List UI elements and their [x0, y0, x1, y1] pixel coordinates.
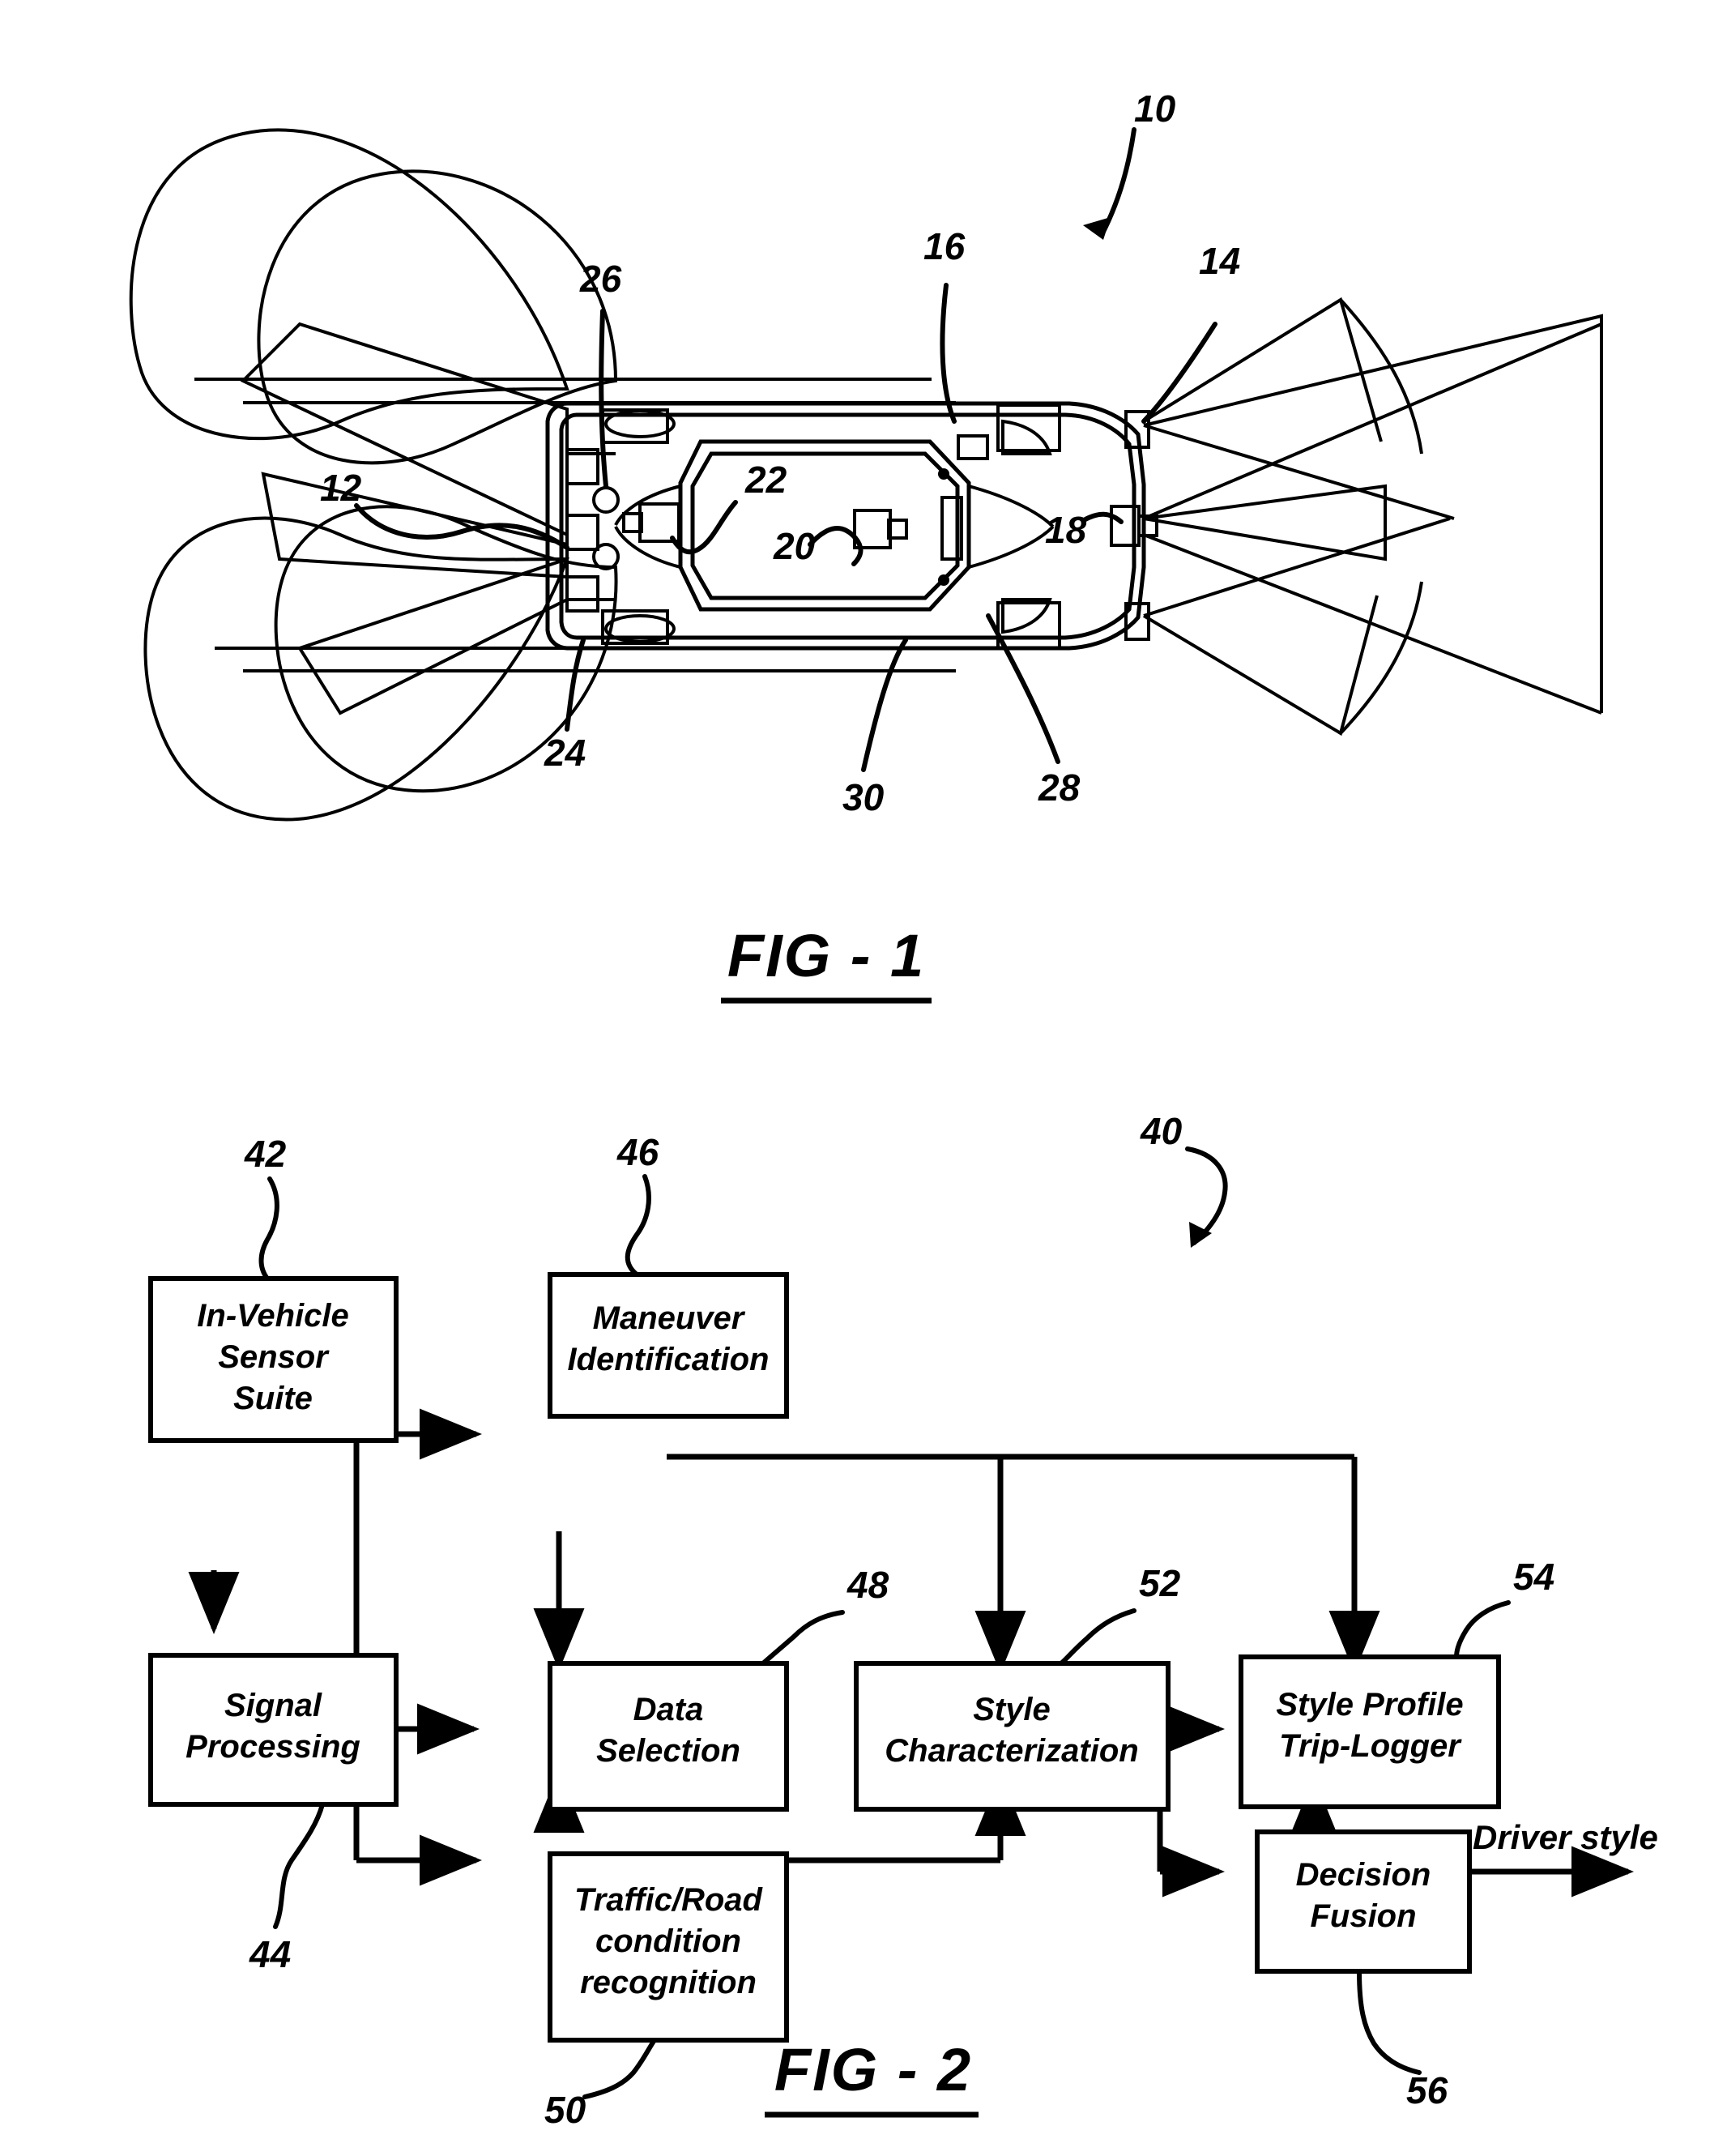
block-sensor-suite-line3: Suite	[233, 1381, 313, 1416]
figure-1-vehicle-sensor-coverage: 10 12 14 16 18 20 22 24 26 28 30 FIG - 1	[129, 88, 1658, 2131]
figure-1-caption-text: FIG - 1	[727, 922, 925, 989]
block-decision-fusion-line2: Fusion	[1310, 1898, 1416, 1934]
ref-26: 26	[579, 258, 622, 300]
block-signal-processing[interactable]: Signal Processing	[148, 1653, 399, 1807]
ref-20: 20	[773, 525, 816, 567]
figure-2-caption: FIG - 2	[765, 2036, 979, 2118]
block-trip-logger-line2: Trip-Logger	[1279, 1728, 1462, 1764]
ref-10: 10	[1134, 88, 1176, 130]
block-style-characterization[interactable]: Style Characterization	[854, 1661, 1171, 1812]
block-signal-processing-line1: Signal	[224, 1688, 322, 1723]
ref-12: 12	[320, 467, 362, 509]
sensor-dot-lower	[938, 574, 949, 586]
ref-42: 42	[244, 1133, 287, 1175]
ref-54: 54	[1513, 1556, 1554, 1598]
ref-46: 46	[616, 1131, 659, 1173]
block-style-profile-trip-logger[interactable]: Style Profile Trip-Logger	[1239, 1654, 1501, 1809]
block-data-selection-line1: Data	[633, 1692, 704, 1727]
patent-drawing-sheet: 10 12 14 16 18 20 22 24 26 28 30 FIG - 1	[0, 0, 1710, 2156]
ref-40: 40	[1140, 1110, 1183, 1152]
fig1-leader-lines	[354, 127, 1217, 772]
ref-52: 52	[1139, 1562, 1181, 1604]
block-decision-fusion[interactable]: Decision Fusion	[1255, 1829, 1472, 1974]
output-label-driver-style: Driver style	[1473, 1818, 1658, 1856]
block-maneuver-line1: Maneuver	[593, 1300, 746, 1336]
block-trip-logger-line1: Style Profile	[1276, 1687, 1463, 1723]
sensor-rear-lower	[565, 575, 599, 613]
block-sensor-suite-line1: In-Vehicle	[197, 1298, 348, 1334]
ref-24: 24	[544, 732, 586, 774]
ref-44: 44	[249, 1933, 291, 1975]
sensor-rear-circle-upper	[592, 486, 620, 514]
ref-18: 18	[1045, 509, 1087, 551]
block-traffic-road-condition-recognition[interactable]: Traffic/Road condition recognition	[548, 1851, 789, 2043]
figure-2-caption-text: FIG - 2	[774, 2036, 972, 2103]
sensor-windshield	[957, 434, 989, 460]
ref-28: 28	[1038, 766, 1081, 809]
block-signal-processing-line2: Processing	[185, 1729, 360, 1765]
block-traffic-line3: recognition	[580, 1965, 757, 2000]
ref-22: 22	[744, 459, 787, 501]
ref-48: 48	[846, 1564, 889, 1606]
sensor-rear-circle-lower	[592, 543, 620, 570]
block-maneuver-identification[interactable]: Maneuver Identification	[548, 1272, 789, 1419]
block-data-selection[interactable]: Data Selection	[548, 1661, 789, 1812]
sensor-dot-upper	[938, 468, 949, 480]
ref-50: 50	[544, 2089, 586, 2131]
sensor-rear-mid	[565, 514, 599, 551]
ref-16: 16	[923, 225, 966, 267]
sensor-interior-left	[638, 502, 680, 543]
block-maneuver-line2: Identification	[568, 1342, 770, 1377]
fig2-blocks: In-Vehicle Sensor Suite Signal Processin…	[148, 1272, 1501, 2043]
rear-coverage-lobes	[129, 128, 618, 822]
block-traffic-line1: Traffic/Road	[574, 1882, 763, 1918]
block-sensor-suite-line2: Sensor	[218, 1339, 330, 1375]
figure-1-caption: FIG - 1	[721, 922, 932, 1004]
ref-56: 56	[1406, 2069, 1448, 2111]
ref-14: 14	[1199, 240, 1240, 282]
block-in-vehicle-sensor-suite[interactable]: In-Vehicle Sensor Suite	[148, 1276, 399, 1443]
block-data-selection-line2: Selection	[596, 1733, 740, 1769]
block-style-char-line2: Characterization	[885, 1733, 1138, 1769]
block-decision-fusion-line1: Decision	[1296, 1857, 1431, 1893]
front-coverage-beams	[1142, 297, 1603, 736]
ref-30: 30	[842, 776, 885, 818]
block-style-char-line1: Style	[973, 1692, 1051, 1727]
block-traffic-line2: condition	[595, 1923, 741, 1959]
